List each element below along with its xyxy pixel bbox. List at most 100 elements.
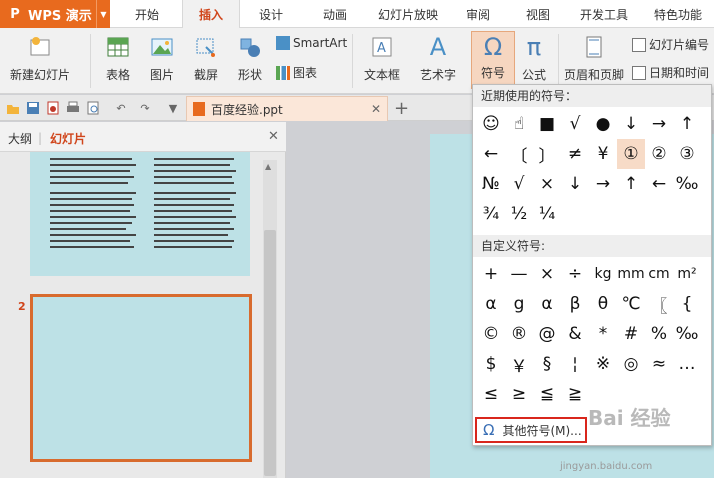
undo-icon[interactable]: ↶ (114, 101, 128, 115)
symbol-cell[interactable]: % (645, 319, 673, 349)
symbol-cell[interactable]: ½ (505, 199, 533, 229)
symbol-cell[interactable]: × (533, 169, 561, 199)
symbol-cell[interactable]: ※ (589, 349, 617, 379)
symbol-cell[interactable]: √ (561, 109, 589, 139)
symbol-cell[interactable]: ① (617, 139, 645, 169)
symbol-cell[interactable]: ↓ (561, 169, 589, 199)
symbol-cell[interactable]: ￥ (505, 349, 533, 379)
more-symbols-button[interactable]: Ω 其他符号(M)... (475, 417, 587, 443)
symbol-cell[interactable]: ¾ (477, 199, 505, 229)
symbol-cell[interactable]: 〖 (645, 289, 673, 319)
symbol-cell[interactable]: $ (477, 349, 505, 379)
symbol-cell[interactable]: ● (589, 109, 617, 139)
symbol-cell[interactable]: ↓ (617, 109, 645, 139)
symbol-cell[interactable]: β (561, 289, 589, 319)
symbol-cell[interactable]: ¥ (589, 139, 617, 169)
slide-thumbnail-1[interactable] (30, 152, 250, 276)
symbol-cell[interactable]: ℃ (617, 289, 645, 319)
symbol-cell[interactable]: α (477, 289, 505, 319)
symbol-cell[interactable]: ≥ (505, 379, 533, 409)
symbol-cell[interactable]: ③ (673, 139, 701, 169)
symbol-cell[interactable]: × (533, 259, 561, 289)
wordart-button[interactable]: A 艺术字 (412, 33, 464, 83)
symbol-cell[interactable]: ® (505, 319, 533, 349)
symbol-cell[interactable]: ≤ (477, 379, 505, 409)
screenshot-button[interactable]: 截屏 (186, 34, 226, 83)
document-tab[interactable]: 百度经验.ppt ✕ (186, 96, 388, 121)
chart-button[interactable]: 图表 (276, 64, 317, 81)
tab-insert[interactable]: 插入 (182, 0, 240, 29)
symbol-cell[interactable]: & (561, 319, 589, 349)
symbol-cell[interactable]: + (477, 259, 505, 289)
tab-start[interactable]: 开始 (122, 0, 172, 28)
symbol-cell[interactable]: { (673, 289, 701, 319)
print-icon[interactable] (66, 101, 80, 115)
shape-button[interactable]: 形状 (230, 34, 270, 83)
symbol-cell[interactable]: ≈ (645, 349, 673, 379)
symbol-cell[interactable]: § (533, 349, 561, 379)
app-menu-button[interactable]: P WPS 演示 ▼ (0, 0, 110, 28)
symbol-cell[interactable]: → (645, 109, 673, 139)
symbol-cell[interactable]: ← (477, 139, 505, 169)
smartart-button[interactable]: SmartArt (276, 36, 347, 50)
customize-toolbar-icon[interactable]: ▼ (166, 101, 180, 115)
symbol-cell[interactable]: θ (589, 289, 617, 319)
symbol-cell[interactable]: mm (617, 259, 645, 289)
textbox-button[interactable]: A 文本框 (356, 34, 408, 83)
symbol-cell[interactable]: 〔 (505, 139, 533, 169)
tab-slideshow[interactable]: 幻灯片放映 (372, 0, 444, 28)
open-folder-icon[interactable] (6, 101, 20, 115)
slide-number-button[interactable]: 幻灯片编号 (632, 36, 709, 53)
symbol-cell[interactable]: © (477, 319, 505, 349)
export-pdf-icon[interactable] (46, 101, 60, 115)
symbol-cell[interactable]: kg (589, 259, 617, 289)
table-button[interactable]: 表格 (98, 34, 138, 83)
scroll-up-icon[interactable]: ▲ (265, 162, 271, 171)
symbol-cell[interactable]: ☺ (477, 109, 505, 139)
symbol-cell[interactable]: ‰ (673, 319, 701, 349)
picture-button[interactable]: 图片 (142, 34, 182, 83)
save-icon[interactable] (26, 101, 40, 115)
symbol-cell[interactable]: m² (673, 259, 701, 289)
symbol-cell[interactable]: — (505, 259, 533, 289)
tab-review[interactable]: 审阅 (456, 0, 500, 28)
tab-design[interactable]: 设计 (248, 0, 294, 28)
symbol-cell[interactable]: № (477, 169, 505, 199)
tab-animation[interactable]: 动画 (310, 0, 360, 28)
symbol-cell[interactable]: → (589, 169, 617, 199)
symbol-cell[interactable]: … (673, 349, 701, 379)
close-panel-icon[interactable]: ✕ (268, 129, 279, 144)
symbol-cell[interactable]: @ (533, 319, 561, 349)
symbol-cell[interactable]: * (589, 319, 617, 349)
symbol-cell[interactable]: ↑ (617, 169, 645, 199)
symbol-cell[interactable]: ≦ (533, 379, 561, 409)
symbol-cell[interactable]: g (505, 289, 533, 319)
close-tab-icon[interactable]: ✕ (371, 102, 381, 116)
symbol-button[interactable]: Ω 符号 (471, 31, 515, 89)
symbol-cell[interactable]: ↑ (673, 109, 701, 139)
symbol-cell[interactable]: ≧ (561, 379, 589, 409)
tab-view[interactable]: 视图 (516, 0, 560, 28)
symbol-cell[interactable]: ☝ (505, 109, 533, 139)
symbol-cell[interactable]: ← (645, 169, 673, 199)
symbol-cell[interactable]: ② (645, 139, 673, 169)
symbol-cell[interactable]: # (617, 319, 645, 349)
symbol-cell[interactable]: ■ (533, 109, 561, 139)
symbol-cell[interactable]: 〕 (533, 139, 561, 169)
tab-features[interactable]: 特色功能 (646, 0, 710, 28)
symbol-cell[interactable]: ≠ (561, 139, 589, 169)
symbol-cell[interactable]: α (533, 289, 561, 319)
redo-icon[interactable]: ↷ (138, 101, 152, 115)
new-slide-button[interactable]: 新建幻灯片 (8, 34, 72, 83)
scrollbar-thumb[interactable] (264, 230, 276, 476)
symbol-cell[interactable]: ¼ (533, 199, 561, 229)
tab-developer[interactable]: 开发工具 (572, 0, 636, 28)
date-time-button[interactable]: 日期和时间 (632, 64, 709, 81)
symbol-cell[interactable]: ◎ (617, 349, 645, 379)
symbol-cell[interactable]: √ (505, 169, 533, 199)
tab-slides[interactable]: 幻灯片 (50, 130, 86, 147)
formula-button[interactable]: π 公式 (518, 33, 550, 83)
header-footer-button[interactable]: 页眉和页脚 (562, 34, 626, 83)
symbol-cell[interactable]: ‰ (673, 169, 701, 199)
app-dropdown-icon[interactable]: ▼ (96, 0, 110, 28)
